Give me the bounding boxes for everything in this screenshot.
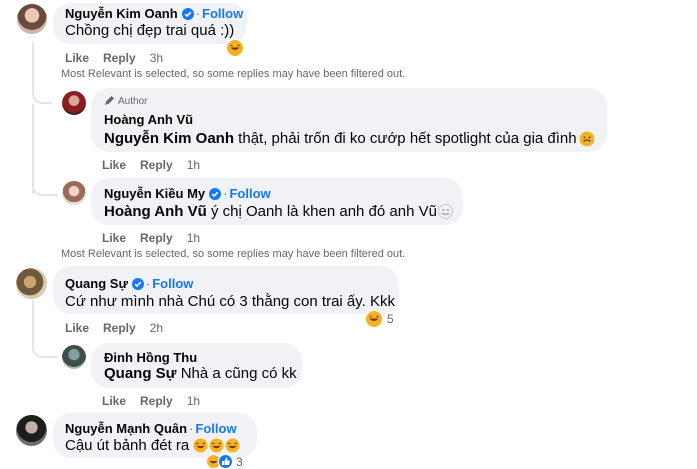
comment-text: Chồng chị đẹp trai quá :)) — [65, 22, 235, 39]
thread-line — [32, 42, 52, 104]
comment-actions: Like Reply 1h — [102, 158, 214, 172]
pencil-icon — [105, 96, 114, 105]
rofl-face-icon — [193, 438, 208, 453]
comment-text: Hoàng Anh Vũ ý chị Oanh là khen anh đó a… — [104, 203, 437, 220]
commenter-name-text[interactable]: Nguyễn Kiều My — [104, 186, 205, 201]
filter-notice: Most Relevant is selected, so some repli… — [61, 68, 406, 80]
mention-link[interactable]: Nguyễn Kim Oanh — [104, 130, 234, 147]
author-badge: Author — [118, 96, 148, 107]
like-reaction-icon — [218, 454, 233, 469]
commenter-name[interactable]: Nguyễn Mạnh Quân · Follow — [65, 421, 237, 436]
comment-body: Cậu út bảnh đét ra — [65, 437, 190, 454]
like-button[interactable]: Like — [102, 394, 126, 408]
like-button[interactable]: Like — [102, 231, 126, 245]
timestamp[interactable]: 1h — [187, 231, 200, 245]
avatar[interactable] — [62, 181, 86, 205]
haha-reaction-icon — [365, 310, 383, 328]
timestamp[interactable]: 1h — [187, 158, 200, 172]
rofl-face-icon — [209, 438, 224, 453]
timestamp[interactable]: 1h — [187, 394, 200, 408]
timestamp[interactable]: 2h — [150, 321, 163, 335]
commenter-name[interactable]: Nguyễn Kiều My · Follow — [104, 186, 271, 201]
comment-actions: Like Reply 1h — [102, 231, 214, 245]
verified-icon — [131, 278, 144, 290]
comment-text: Quang Sự Nhà a cũng có kk — [104, 365, 297, 382]
reply-button[interactable]: Reply — [103, 321, 136, 335]
reply-button[interactable]: Reply — [103, 51, 136, 65]
comment-body: thật, phải trốn đi ko cướp hết spotlight… — [234, 130, 577, 147]
smirk-face-icon — [438, 204, 453, 219]
reaction-count: 3 — [236, 454, 243, 469]
reaction-summary[interactable]: 5 — [365, 310, 394, 328]
reaction-summary[interactable]: 3 — [206, 454, 243, 469]
verified-icon — [209, 188, 222, 200]
commenter-name-text[interactable]: Nguyễn Mạnh Quân — [65, 421, 187, 436]
crying-face-icon — [579, 131, 595, 147]
comment-body: Nhà a cũng có kk — [176, 365, 297, 382]
haha-reaction-icon[interactable] — [226, 39, 244, 57]
commenter-name[interactable]: Hoàng Anh Vũ — [104, 112, 193, 127]
avatar[interactable] — [62, 91, 86, 115]
follow-button[interactable]: Follow — [202, 6, 243, 21]
reply-button[interactable]: Reply — [140, 231, 173, 245]
commenter-name-text[interactable]: Nguyễn Kim Oanh — [65, 6, 178, 21]
reply-button[interactable]: Reply — [140, 394, 173, 408]
filter-notice: Most Relevant is selected, so some repli… — [61, 248, 406, 260]
like-button[interactable]: Like — [102, 158, 126, 172]
commenter-name-text[interactable]: Quang Sự — [65, 276, 128, 291]
follow-button[interactable]: Follow — [195, 421, 236, 436]
comment-text: Cứ như mình nhà Chú có 3 thằng con trai … — [65, 293, 395, 310]
avatar[interactable] — [16, 268, 47, 299]
thread-line — [32, 176, 58, 196]
avatar[interactable] — [62, 345, 86, 369]
like-button[interactable]: Like — [65, 51, 89, 65]
comment-actions: Like Reply 2h — [65, 321, 177, 335]
commenter-name[interactable]: Nguyễn Kim Oanh · Follow — [65, 6, 243, 21]
mention-link[interactable]: Quang Sự — [104, 365, 177, 382]
like-button[interactable]: Like — [65, 321, 89, 335]
follow-button[interactable]: Follow — [152, 276, 193, 291]
comment-text: Cậu út bảnh đét ra — [65, 437, 189, 454]
follow-button[interactable]: Follow — [229, 186, 270, 201]
rofl-face-icon — [225, 438, 240, 453]
inline-emojis — [193, 438, 240, 453]
avatar[interactable] — [16, 415, 47, 446]
comment-text: Nguyễn Kim Oanh thật, phải trốn đi ko cư… — [104, 130, 577, 147]
thread-line — [32, 300, 58, 358]
reply-button[interactable]: Reply — [140, 158, 173, 172]
timestamp[interactable]: 3h — [150, 51, 163, 65]
comment-body: ý chị Oanh là khen anh đó anh Vũ — [206, 203, 437, 220]
comment-actions: Like Reply 3h — [65, 51, 177, 65]
comment-actions: Like Reply 1h — [102, 394, 214, 408]
commenter-name[interactable]: Quang Sự · Follow — [65, 276, 193, 291]
commenter-name[interactable]: Đinh Hồng Thu — [104, 350, 197, 365]
verified-icon — [181, 8, 194, 20]
avatar[interactable] — [17, 4, 47, 34]
mention-link[interactable]: Hoàng Anh Vũ — [104, 203, 207, 220]
reaction-count: 5 — [387, 312, 394, 326]
